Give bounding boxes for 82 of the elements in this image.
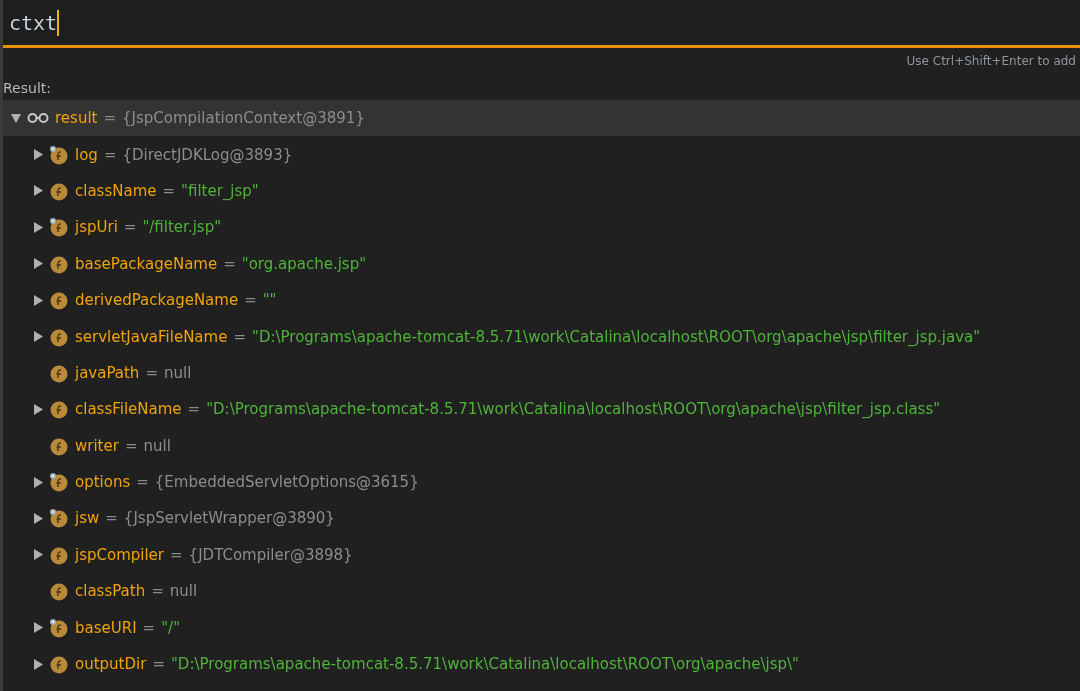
expression-text[interactable]: ctxt	[9, 7, 60, 38]
variable-name: classFileName	[75, 400, 182, 419]
equals-sign: =	[162, 181, 176, 200]
variable-value: null	[163, 363, 192, 382]
equals-sign: =	[123, 218, 137, 237]
variable-value: "D:\Programs\apache-tomcat-8.5.71\work\Catalina\localhost\ROOT\org\apache\jsp\"	[170, 655, 799, 674]
expand-arrow-icon[interactable]	[33, 185, 43, 197]
variable-value: "D:\Programs\apache-tomcat-8.5.71\work\Catalina\localhost\ROOT\org\apache\jsp\filter_jsp.class"	[206, 400, 941, 419]
variable-value: "filter_jsp"	[181, 181, 259, 200]
variable-name: writer	[75, 436, 119, 455]
tree-row[interactable]: options = {EmbeddedServletOptions@3615}	[3, 463, 1080, 501]
tree-row[interactable]: className = "filter_jsp"	[3, 172, 1080, 210]
variable-value: "/filter.jsp"	[142, 218, 222, 237]
equals-sign: =	[170, 545, 183, 564]
variable-name: outputDir	[75, 655, 147, 674]
equals-sign: =	[103, 109, 116, 128]
variable-name: classPath	[75, 582, 146, 601]
tree-row[interactable]: baseURI = "/"	[3, 609, 1080, 646]
expand-arrow-icon[interactable]	[33, 258, 43, 270]
equals-sign: =	[124, 436, 138, 455]
variable-name: jspCompiler	[75, 545, 165, 564]
tree-row[interactable]: derivedPackageName = ""	[3, 281, 1080, 319]
expand-arrow-icon[interactable]	[33, 658, 43, 670]
expand-arrow-icon[interactable]	[33, 549, 43, 561]
glasses-icon	[27, 113, 49, 124]
variable-value: null	[143, 436, 171, 455]
tree-row[interactable]: classPath = null	[3, 573, 1080, 610]
variable-value: ""	[262, 291, 277, 310]
variable-name: jsw	[75, 509, 100, 528]
variable-value: {DirectJDKLog@3893}	[122, 145, 293, 164]
expand-arrow-icon[interactable]	[33, 476, 43, 488]
tree-row[interactable]: javaPath = null	[3, 354, 1080, 392]
expand-arrow-icon[interactable]	[33, 622, 43, 634]
variable-value: {EmbeddedServletOptions@3615}	[154, 473, 419, 492]
variable-name: derivedPackageName	[75, 291, 239, 310]
expand-arrow-icon[interactable]	[33, 221, 43, 233]
expand-arrow-icon[interactable]	[33, 513, 43, 524]
variable-name: baseURI	[75, 618, 137, 637]
equals-sign: =	[145, 363, 158, 382]
variable-value: {JspCompilationContext@3891}	[122, 109, 365, 128]
tree-row[interactable]: jspCompiler = {JDTCompiler@3898}	[3, 536, 1080, 574]
equals-sign: =	[244, 291, 257, 310]
variable-value: {JDTCompiler@3898}	[188, 545, 353, 564]
equals-sign: =	[105, 509, 118, 528]
variable-value: {JspServletWrapper@3890}	[123, 509, 335, 528]
equals-sign: =	[187, 400, 201, 419]
text-caret	[57, 9, 60, 36]
tree-row[interactable]: result = {JspCompilationContext@3891}	[3, 100, 1080, 137]
expand-arrow-icon[interactable]	[33, 294, 43, 306]
result-label: Result:	[3, 80, 52, 96]
variable-value: null	[169, 582, 198, 601]
variable-value: "/"	[161, 618, 181, 637]
variable-name: className	[75, 181, 157, 200]
variable-name: basePackageName	[75, 254, 218, 273]
tree-row[interactable]: classFileName = "D:\Programs\apache-tomcat-8.5.71\work\Catalina\localhost\ROOT\org\apache\jsp\filter_jsp.class"	[3, 391, 1080, 428]
collapse-arrow-icon[interactable]	[11, 112, 21, 124]
expand-arrow-icon[interactable]	[33, 403, 43, 415]
equals-sign: =	[151, 582, 164, 601]
variable-name: options	[75, 473, 131, 492]
tree-row[interactable]: log = {DirectJDKLog@3893}	[3, 136, 1080, 173]
variable-value: "org.apache.jsp"	[241, 254, 367, 273]
equals-sign: =	[136, 473, 149, 492]
tree-row[interactable]: jsw = {JspServletWrapper@3890}	[3, 500, 1080, 537]
equals-sign: =	[233, 327, 246, 346]
tree-row[interactable]: basePackageName = "org.apache.jsp"	[3, 245, 1080, 282]
tree-row[interactable]: outputDir = "D:\Programs\apache-tomcat-8.5.71\work\Catalina\localhost\ROOT\org\apache\jsp\"	[3, 645, 1080, 683]
tree-row[interactable]: jspUri = "/filter.jsp"	[3, 209, 1080, 246]
equals-sign: =	[223, 254, 236, 273]
variable-value: "D:\Programs\apache-tomcat-8.5.71\work\Catalina\localhost\ROOT\org\apache\jsp\filter_jsp.java"	[252, 327, 981, 346]
variable-name: javaPath	[75, 363, 140, 382]
equals-sign: =	[152, 655, 165, 674]
variable-name: servletJavaFileName	[75, 327, 228, 346]
equals-sign: =	[142, 618, 156, 637]
tree-row[interactable]: servletJavaFileName = "D:\Programs\apache-tomcat-8.5.71\work\Catalina\localhost\ROOT\org\apache\jsp\filter_jsp.java"	[3, 318, 1080, 355]
tree-row[interactable]: writer = null	[3, 427, 1080, 464]
variable-name: log	[75, 145, 98, 164]
expand-arrow-icon[interactable]	[33, 331, 43, 343]
variable-name: result	[55, 109, 98, 128]
shortcut-hint: Use Ctrl+Shift+Enter to add	[906, 54, 1076, 68]
equals-sign: =	[103, 145, 117, 164]
variable-name: jspUri	[75, 218, 118, 237]
expand-arrow-icon[interactable]	[33, 149, 43, 161]
